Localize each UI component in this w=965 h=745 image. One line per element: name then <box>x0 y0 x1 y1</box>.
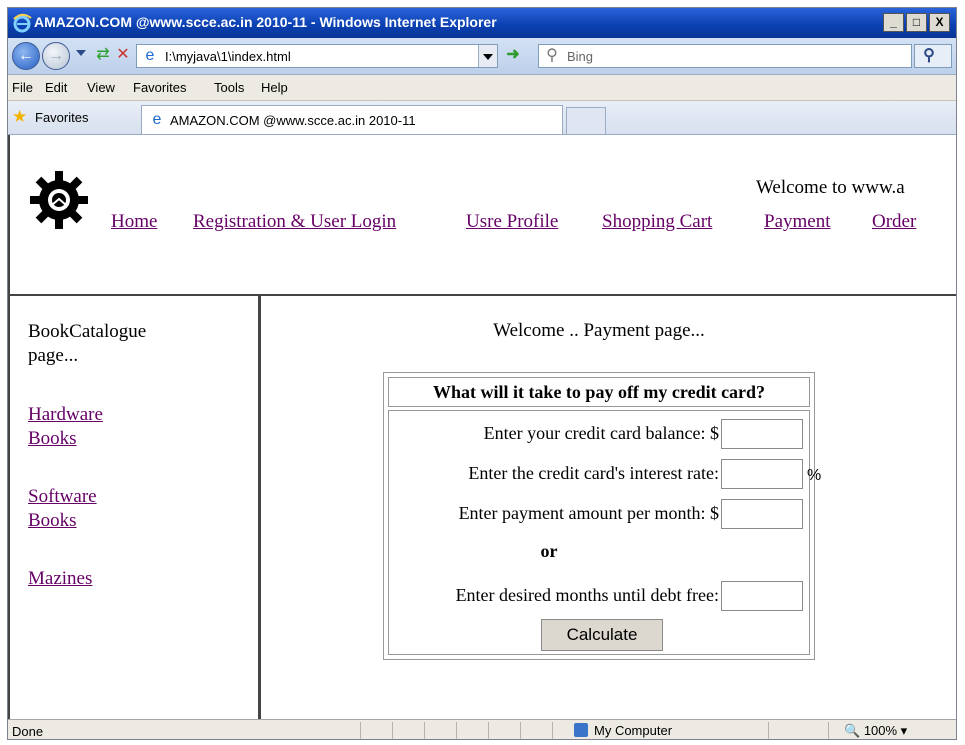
stop-icon[interactable]: ✕ <box>112 44 134 66</box>
page-content: Welcome to www.a Home Registration & Use… <box>8 135 956 719</box>
title-bar[interactable]: AMAZON.COM @www.scce.ac.in 2010-11 - Win… <box>8 8 956 38</box>
maximize-button[interactable]: □ <box>906 13 927 32</box>
address-text: I:\myjava\1\index.html <box>165 49 291 64</box>
forward-arrow-icon: → <box>48 47 64 64</box>
calculator-heading: What will it take to pay off my credit c… <box>388 377 810 407</box>
interest-label: Enter the credit card's interest rate: <box>468 463 719 483</box>
status-text: Done <box>12 724 44 739</box>
security-zone[interactable]: My Computer <box>574 723 672 738</box>
page-icon: e <box>145 47 155 64</box>
nav-order-link[interactable]: Order <box>872 211 916 233</box>
status-divider <box>456 722 457 739</box>
payment-input[interactable] <box>721 499 803 529</box>
address-dropdown-icon[interactable] <box>478 45 497 67</box>
tab-ie-icon: e <box>152 111 162 128</box>
menu-help[interactable]: Help <box>261 80 288 95</box>
nav-home-link[interactable]: Home <box>111 211 157 233</box>
favorites-button[interactable]: Favorites <box>35 110 88 125</box>
nav-registration-link[interactable]: Registration & User Login <box>193 211 396 233</box>
window-title: AMAZON.COM @www.scce.ac.in 2010-11 - Win… <box>34 14 497 30</box>
zoom-icon: 🔍 <box>844 723 861 738</box>
payment-label: Enter payment amount per month: $ <box>458 503 719 523</box>
browser-window: AMAZON.COM @www.scce.ac.in 2010-11 - Win… <box>7 7 957 740</box>
interest-row: Enter the credit card's interest rate: % <box>389 457 821 489</box>
tab-amazon[interactable]: e AMAZON.COM @www.scce.ac.in 2010-11 <box>141 105 563 134</box>
history-dropdown-icon[interactable] <box>76 50 86 56</box>
window-controls: _ □ X <box>883 13 950 32</box>
balance-row: Enter your credit card balance: $ <box>389 417 809 449</box>
search-box[interactable]: ⚲ Bing <box>538 44 912 68</box>
back-button[interactable]: ← <box>12 42 40 70</box>
ie-logo-icon <box>13 13 32 33</box>
menu-view[interactable]: View <box>87 80 115 95</box>
minimize-button[interactable]: _ <box>883 13 904 32</box>
address-bar[interactable]: e I:\myjava\1\index.html <box>136 44 498 68</box>
months-row: Enter desired months until debt free: <box>389 579 809 611</box>
address-row: ← → ⇄ ✕ e I:\myjava\1\index.html ➜ ⚲ Bin… <box>8 38 956 75</box>
calculate-button[interactable]: Calculate <box>541 619 663 651</box>
search-button[interactable]: ⚲ <box>914 44 952 68</box>
status-divider <box>488 722 489 739</box>
gear-logo-icon <box>30 171 88 229</box>
menu-tools[interactable]: Tools <box>214 80 244 95</box>
sidebar-mazines-link[interactable]: Mazines <box>28 567 208 591</box>
months-input[interactable] <box>721 581 803 611</box>
zone-label: My Computer <box>594 723 673 738</box>
calculator-body: Enter your credit card balance: $ Enter … <box>388 410 821 655</box>
status-divider <box>424 722 425 739</box>
back-arrow-icon: ← <box>18 47 34 64</box>
go-arrow-icon[interactable]: ➜ <box>502 44 524 66</box>
compatibility-icon[interactable]: ⇄ <box>92 44 114 66</box>
search-engine-icon: ⚲ <box>546 47 558 64</box>
status-divider <box>552 722 553 739</box>
search-placeholder: Bing <box>567 49 594 64</box>
nav-shopping-cart-link[interactable]: Shopping Cart <box>602 211 712 233</box>
main-frame: Welcome .. Payment page... What will it … <box>261 296 956 719</box>
months-label: Enter desired months until debt free: <box>455 585 719 605</box>
interest-input[interactable] <box>721 459 803 489</box>
search-icon: ⚲ <box>923 47 935 64</box>
menu-bar: File Edit View Favorites Tools Help <box>8 75 956 101</box>
favorites-bar: ★ Favorites e AMAZON.COM @www.scce.ac.in… <box>8 101 956 135</box>
computer-icon <box>574 723 588 737</box>
nav-payment-link[interactable]: Payment <box>764 211 831 233</box>
status-bar: Done My Computer 🔍 100% ▾ <box>8 719 956 739</box>
credit-card-calculator: What will it take to pay off my credit c… <box>383 372 821 660</box>
header-welcome: Welcome to www.a <box>756 177 905 198</box>
sidebar-frame: BookCatalogue page... Hardware Books Sof… <box>10 296 261 719</box>
header-frame: Welcome to www.a Home Registration & Use… <box>10 135 956 296</box>
favorites-star-icon[interactable]: ★ <box>12 108 27 125</box>
nav-profile-link[interactable]: Usre Profile <box>466 211 558 233</box>
forward-button[interactable]: → <box>42 42 70 70</box>
status-divider <box>392 722 393 739</box>
tab-title: AMAZON.COM @www.scce.ac.in 2010-11 <box>170 113 416 128</box>
or-label: or <box>540 541 558 561</box>
sidebar-software-books-link[interactable]: Software Books <box>28 485 128 533</box>
status-divider <box>520 722 521 739</box>
zoom-level[interactable]: 🔍 100% ▾ <box>844 723 907 739</box>
status-divider <box>768 722 769 739</box>
zoom-value: 100% <box>863 723 898 738</box>
percent-suffix: % <box>807 467 822 484</box>
menu-favorites[interactable]: Favorites <box>133 80 186 95</box>
menu-edit[interactable]: Edit <box>45 80 67 95</box>
status-divider <box>828 722 829 739</box>
balance-input[interactable] <box>721 419 803 449</box>
payment-row: Enter payment amount per month: $ <box>389 497 809 529</box>
status-divider <box>360 722 361 739</box>
close-button[interactable]: X <box>929 13 950 32</box>
sidebar-hardware-books-link[interactable]: Hardware Books <box>28 403 128 451</box>
balance-label: Enter your credit card balance: $ <box>483 423 719 443</box>
new-tab-button[interactable] <box>566 107 606 134</box>
main-welcome: Welcome .. Payment page... <box>493 320 705 341</box>
sidebar-title: BookCatalogue page... <box>28 321 147 366</box>
menu-file[interactable]: File <box>12 80 33 95</box>
